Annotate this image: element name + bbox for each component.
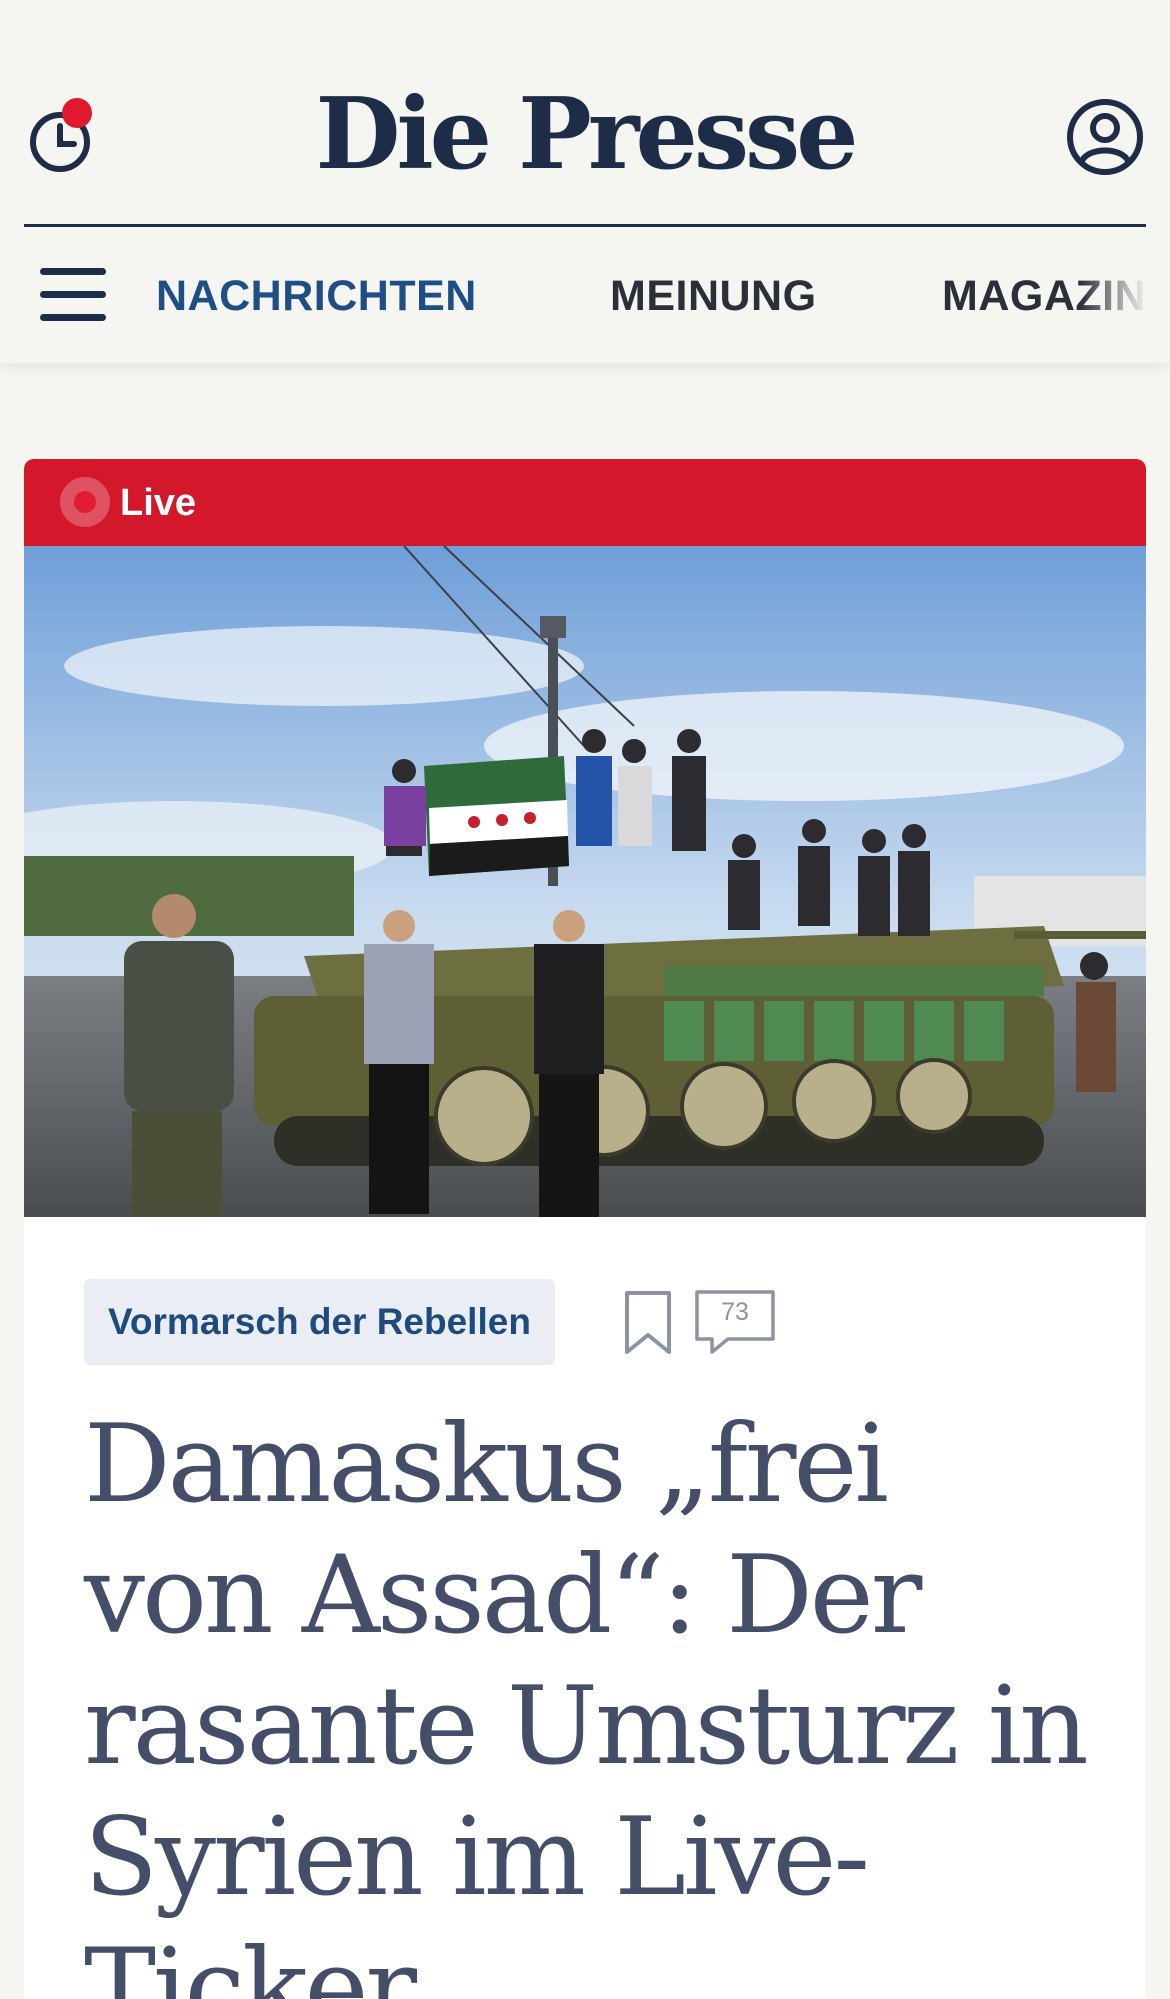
article-headline[interactable]: Damaskus „frei von Assad“: Der rasante U…	[84, 1399, 1094, 1999]
bookmark-icon	[625, 1291, 671, 1354]
nav-item-nachrichten[interactable]: NACHRICHTEN	[156, 270, 477, 322]
article-card[interactable]: Live Vormarsch der Rebellen 73 Damaskus …	[24, 459, 1146, 1999]
site-header: Die Presse NACHRICHTEN MEINUNG MAGAZIN	[0, 0, 1170, 363]
hamburger-menu-icon	[40, 268, 106, 275]
site-logo[interactable]: Die Presse	[0, 80, 1170, 190]
header-divider	[24, 224, 1146, 227]
live-banner: Live	[24, 459, 1146, 546]
live-label: Live	[120, 482, 197, 524]
menu-button[interactable]	[40, 268, 106, 322]
hero-image[interactable]	[24, 546, 1146, 1217]
account-button[interactable]	[1066, 98, 1144, 176]
live-indicator-icon	[60, 477, 110, 527]
user-account-icon	[1067, 99, 1143, 175]
topic-tag[interactable]: Vormarsch der Rebellen	[84, 1279, 555, 1365]
bookmark-button[interactable]	[622, 1289, 674, 1357]
nav-item-meinung[interactable]: MEINUNG	[610, 270, 817, 322]
comment-count: 73	[721, 1298, 749, 1326]
nav-scroll-fade	[1080, 250, 1170, 350]
comments-button[interactable]: 73	[694, 1289, 776, 1355]
